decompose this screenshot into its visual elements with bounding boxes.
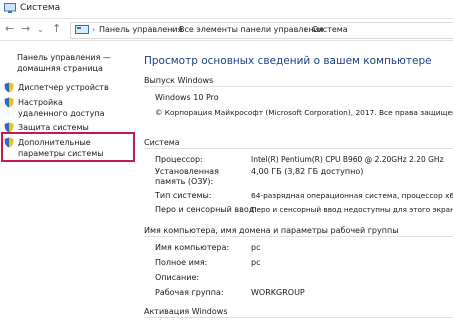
address-bar: ← → ⌄ ↑ › Панель управления › Все элемен… xyxy=(0,19,453,41)
shield-icon xyxy=(4,82,14,93)
activation-section-heading: Активация Windows xyxy=(144,307,228,316)
copyright-text: © Корпорация Майкрософт (Microsoft Corpo… xyxy=(155,108,453,117)
computer-name-value: pc xyxy=(251,243,261,252)
pen-touch-label: Перо и сенсорный ввод: xyxy=(155,205,257,214)
forward-arrow-icon[interactable]: → xyxy=(21,23,30,35)
main-content: Просмотр основных сведений о вашем компь… xyxy=(139,41,453,320)
divider xyxy=(144,148,453,149)
control-panel-icon xyxy=(75,25,89,34)
sidebar-item-label: Дополнительные параметры системы xyxy=(18,138,104,158)
breadcrumb-separator-icon: › xyxy=(171,25,175,34)
processor-value: Intel(R) Pentium(R) CPU B960 @ 2.20GHz 2… xyxy=(251,155,444,164)
sidebar-item-label: Настройка удаленного доступа xyxy=(18,98,105,118)
system-window-icon xyxy=(4,3,16,13)
processor-label: Процессор: xyxy=(155,155,203,164)
system-type-label: Тип системы: xyxy=(155,191,212,200)
divider xyxy=(144,86,453,87)
full-name-label: Полное имя: xyxy=(155,258,208,267)
divider xyxy=(144,236,453,237)
description-label: Описание: xyxy=(155,273,200,282)
memory-value: 4,00 ГБ (3,82 ГБ доступно) xyxy=(251,167,364,176)
breadcrumb-separator-icon: › xyxy=(92,25,96,34)
recent-pages-chevron-icon[interactable]: ⌄ xyxy=(37,24,44,36)
up-arrow-icon[interactable]: ↑ xyxy=(52,23,61,35)
system-section-heading: Система xyxy=(144,138,180,147)
workgroup-value: WORKGROUP xyxy=(251,288,305,297)
system-type-value: 64-разрядная операционная система, проце… xyxy=(251,191,453,200)
title-bar: Система xyxy=(0,0,453,19)
shield-icon xyxy=(4,97,14,108)
breadcrumb-all-items[interactable]: Все элементы панели управления xyxy=(179,25,324,34)
edition-section-heading: Выпуск Windows xyxy=(144,76,214,85)
breadcrumb[interactable]: › Панель управления › Все элементы панел… xyxy=(70,22,453,39)
full-name-value: pc xyxy=(251,258,261,267)
sidebar-item-label: Диспетчер устройств xyxy=(18,83,109,92)
breadcrumb-system[interactable]: Система xyxy=(312,25,348,34)
computer-name-section-heading: Имя компьютера, имя домена и параметры р… xyxy=(144,226,399,235)
left-pane: Панель управления — домашняя страница Ди… xyxy=(0,41,138,320)
window-title: Система xyxy=(20,3,61,13)
windows-edition-name: Windows 10 Pro xyxy=(155,93,219,102)
shield-icon xyxy=(4,137,14,148)
breadcrumb-separator-icon: › xyxy=(304,25,308,34)
back-arrow-icon[interactable]: ← xyxy=(5,23,14,35)
memory-label: Установленная память (ОЗУ): xyxy=(155,167,219,186)
breadcrumb-control-panel[interactable]: Панель управления xyxy=(99,25,182,34)
divider xyxy=(144,317,453,318)
workgroup-label: Рабочая группа: xyxy=(155,288,224,297)
computer-name-label: Имя компьютера: xyxy=(155,243,230,252)
control-panel-home-link[interactable]: Панель управления — домашняя страница xyxy=(17,52,129,74)
page-title: Просмотр основных сведений о вашем компь… xyxy=(144,55,432,67)
pen-touch-value: Перо и сенсорный ввод недоступны для это… xyxy=(251,205,453,214)
